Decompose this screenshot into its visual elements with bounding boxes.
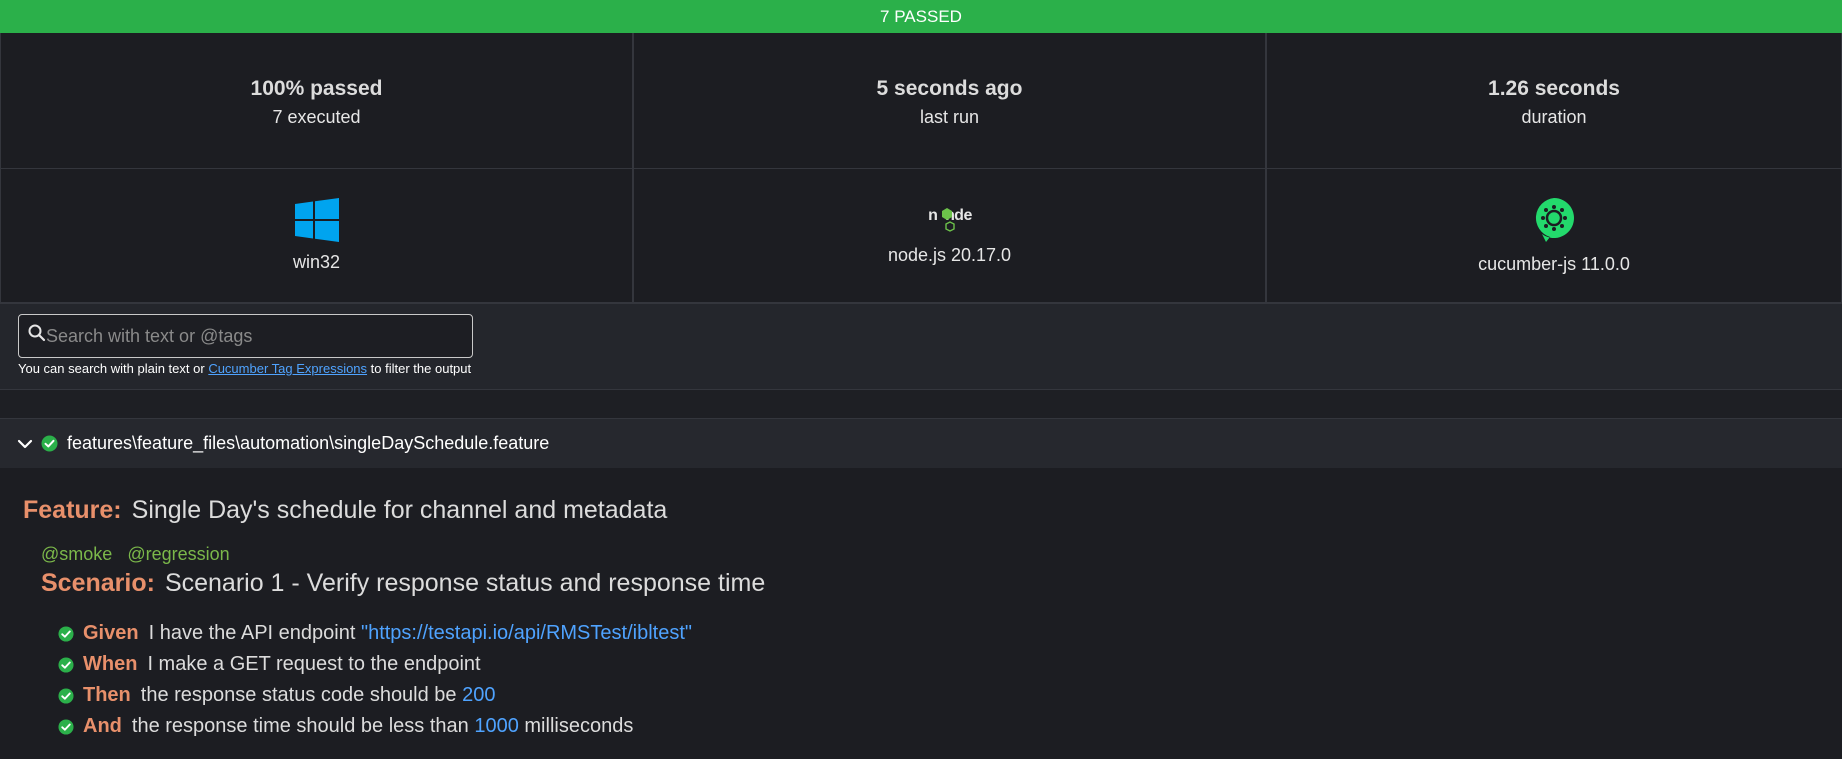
env-label: win32 [292, 252, 341, 272]
step-row: Then the response status code should be … [58, 680, 692, 711]
feature-path: features\feature_files\automation\single… [67, 433, 550, 453]
passed-check-icon [58, 625, 74, 642]
search-help-suffix: to filter the output [370, 361, 472, 376]
step-keyword: And [83, 715, 122, 737]
nodejs-logo-icon: n n d e [928, 207, 972, 232]
status-banner: 7 PASSED [0, 0, 1842, 33]
step-keyword: Then [83, 684, 131, 706]
feature-title: Single Day's schedule for channel and me… [131, 496, 668, 524]
cucumber-logo-icon [1535, 198, 1574, 242]
scenario-title-line: Scenario: Scenario 1 - Verify response st… [41, 569, 765, 598]
step-text: I have the API endpoint [148, 622, 356, 644]
search-panel: You can search with plain text or Cucumb… [0, 303, 1842, 390]
stat-value: 1.26 seconds [1488, 77, 1620, 100]
search-help: You can search with plain text or Cucumb… [18, 361, 471, 376]
passed-check-icon [41, 435, 58, 452]
scenario-keyword: Scenario: [41, 569, 155, 597]
step-text: the response time should be less than [131, 715, 469, 737]
step-text: the response status code should be [140, 684, 457, 706]
env-runtime: n n d e node.js 20.17.0 [633, 169, 1266, 303]
tag-expressions-link[interactable]: Cucumber Tag Expressions [208, 361, 367, 376]
feature-title-line: Feature: Single Day's schedule for channe… [23, 496, 667, 525]
stat-duration: 1.26 seconds duration [1266, 33, 1842, 169]
step-row: When I make a GET request to the endpoin… [58, 649, 692, 680]
step-row: And the response time should be less tha… [58, 711, 692, 742]
passed-check-icon [58, 656, 74, 673]
env-framework: cucumber-js 11.0.0 [1266, 169, 1842, 303]
stat-label: last run [919, 107, 980, 127]
step-row: Given I have the API endpoint "https://t… [58, 618, 692, 649]
passed-check-icon [58, 687, 74, 704]
env-label: cucumber-js 11.0.0 [1478, 254, 1630, 274]
step-param: 1000 [474, 715, 519, 737]
svg-text:e: e [963, 207, 972, 224]
summary-grid: 100% passed 7 executed 5 seconds ago las… [0, 33, 1842, 303]
search-box[interactable] [18, 314, 473, 358]
stat-value: 100% passed [250, 77, 383, 100]
feature-keyword: Feature: [23, 496, 122, 524]
step-keyword: When [83, 653, 138, 675]
env-label: node.js 20.17.0 [887, 245, 1012, 265]
feature-body: Feature: Single Day's schedule for channe… [0, 468, 1842, 759]
step-param: "https://testapi.io/api/RMSTest/ibltest" [360, 622, 692, 644]
scenario-title: Scenario 1 - Verify response status and … [164, 569, 766, 597]
search-input[interactable] [46, 323, 466, 349]
stat-label: 7 executed [272, 107, 361, 127]
step-suffix: milliseconds [524, 715, 634, 737]
stat-label: duration [1521, 107, 1587, 127]
steps-list: Given I have the API endpoint "https://t… [58, 618, 692, 742]
svg-text:n: n [928, 207, 938, 224]
step-text: I make a GET request to the endpoint [147, 653, 481, 675]
search-icon [28, 324, 46, 342]
tag: @regression [127, 544, 230, 564]
passed-check-icon [58, 718, 74, 735]
env-os: win32 [0, 169, 633, 303]
tag: @smoke [41, 544, 113, 564]
stat-passed: 100% passed 7 executed [0, 33, 633, 169]
feature-header[interactable]: features\feature_files\automation\single… [0, 418, 1842, 468]
step-param: 200 [462, 684, 496, 706]
windows-logo-icon [294, 198, 339, 242]
stat-last-run: 5 seconds ago last run [633, 33, 1266, 169]
search-help-prefix: You can search with plain text or [18, 361, 205, 376]
step-keyword: Given [83, 622, 139, 644]
chevron-down-icon[interactable] [16, 435, 34, 453]
stat-value: 5 seconds ago [876, 77, 1023, 100]
scenario-tags: @smoke @regression [41, 544, 240, 565]
svg-text:d: d [954, 207, 964, 224]
